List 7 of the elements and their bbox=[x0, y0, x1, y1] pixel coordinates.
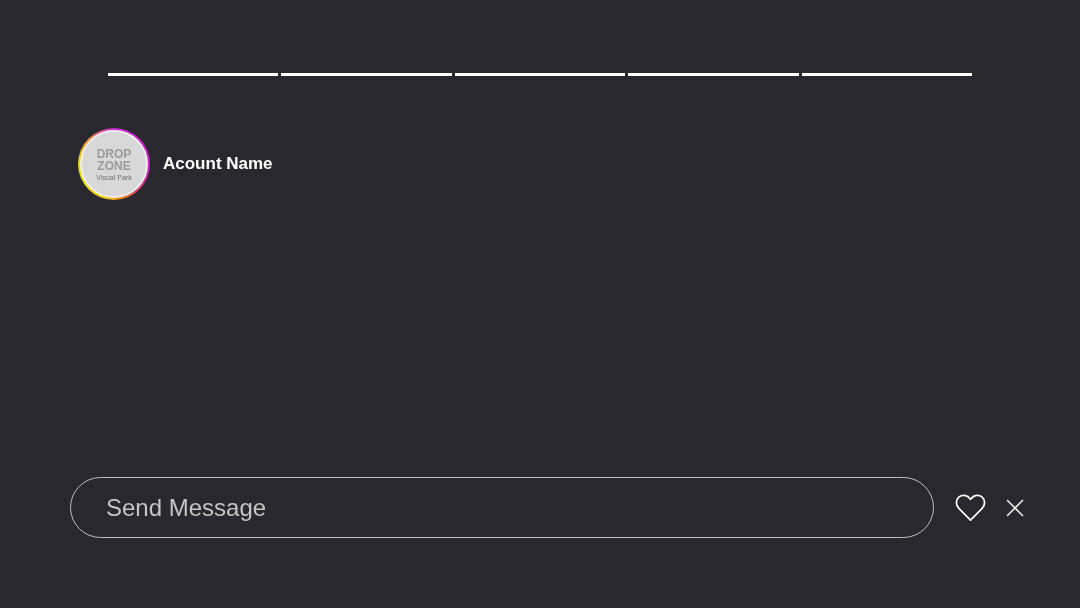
like-button[interactable] bbox=[955, 493, 986, 522]
close-button[interactable] bbox=[1006, 498, 1024, 517]
account-name: Acount Name bbox=[163, 154, 273, 174]
close-icon bbox=[1006, 498, 1024, 517]
message-field[interactable]: Send Message bbox=[70, 477, 934, 538]
logo-text: DROP ZONE bbox=[95, 148, 133, 172]
heart-icon bbox=[955, 493, 986, 522]
